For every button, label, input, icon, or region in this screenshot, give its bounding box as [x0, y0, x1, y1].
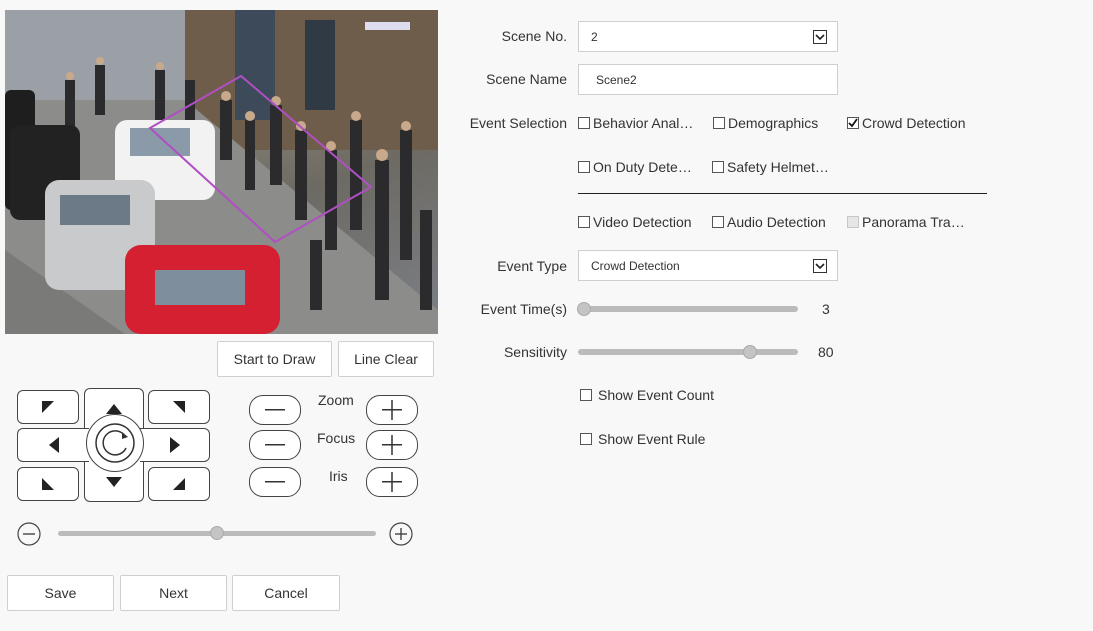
focus-label: Focus	[317, 430, 356, 446]
video-preview[interactable]	[5, 10, 438, 334]
checkbox-box	[847, 216, 859, 228]
event-checkbox[interactable]: Demographics	[713, 115, 818, 131]
minus-icon	[265, 481, 285, 483]
scene-no-label: Scene No.	[501, 28, 567, 44]
speed-slider-knob[interactable]	[210, 526, 224, 540]
arrow-left-icon	[48, 437, 59, 453]
auto-scan-button[interactable]	[86, 414, 144, 472]
event-type-select[interactable]: Crowd Detection	[578, 250, 838, 281]
checkbox-box	[580, 433, 592, 445]
save-button[interactable]: Save	[7, 575, 114, 611]
checkbox-box	[712, 216, 724, 228]
event-checkbox[interactable]: Crowd Detection	[847, 115, 966, 131]
event-selection-label: Event Selection	[469, 115, 567, 131]
scene-no-select[interactable]: 2	[578, 21, 838, 52]
iris-label: Iris	[329, 468, 348, 484]
scene-name-value: Scene2	[596, 72, 637, 87]
arrow-down-icon	[106, 476, 122, 487]
event-checkbox-label: Audio Detection	[727, 214, 826, 230]
sensitivity-value: 80	[818, 344, 834, 360]
minus-icon	[265, 444, 285, 446]
event-checkbox[interactable]: Safety Helmet…	[712, 159, 829, 175]
scene-name-label: Scene Name	[486, 71, 567, 87]
plus-icon	[382, 472, 402, 492]
focus-near-button[interactable]	[249, 430, 301, 460]
event-checkbox[interactable]: Audio Detection	[712, 214, 826, 230]
event-time-slider-knob[interactable]	[577, 302, 591, 316]
event-time-slider[interactable]	[578, 306, 798, 312]
checkbox-box	[578, 216, 590, 228]
plus-circle-icon	[389, 522, 413, 546]
arrow-up-left-icon	[42, 401, 54, 413]
show-event-rule-label: Show Event Rule	[598, 431, 706, 447]
pan-down-left-button[interactable]	[17, 467, 79, 501]
event-type-value: Crowd Detection	[591, 258, 680, 273]
sensitivity-slider-knob[interactable]	[742, 345, 757, 359]
event-checkbox[interactable]: On Duty Dete…	[578, 159, 692, 175]
arrow-up-icon	[106, 403, 122, 414]
cancel-button[interactable]: Cancel	[232, 575, 340, 611]
iris-close-button[interactable]	[249, 467, 301, 497]
event-time-value: 3	[822, 301, 830, 317]
show-event-count-label: Show Event Count	[598, 387, 714, 403]
sensitivity-label: Sensitivity	[503, 344, 567, 360]
pan-up-right-button[interactable]	[148, 390, 210, 424]
show-event-rule-checkbox[interactable]: Show Event Rule	[580, 431, 705, 447]
checkbox-box	[578, 161, 590, 173]
checkbox-box	[713, 117, 725, 129]
show-event-count-checkbox[interactable]: Show Event Count	[580, 387, 714, 403]
event-checkbox: Panorama Tra…	[847, 214, 965, 230]
event-checkbox-label: Safety Helmet…	[727, 159, 829, 175]
scene-name-input[interactable]: Scene2	[578, 64, 838, 95]
zoom-label: Zoom	[318, 392, 354, 408]
checkbox-box	[580, 389, 592, 401]
refresh-icon	[95, 423, 135, 463]
minus-icon	[265, 409, 285, 411]
pan-up-left-button[interactable]	[17, 390, 79, 424]
focus-far-button[interactable]	[366, 430, 418, 460]
plus-icon	[382, 435, 402, 455]
pan-right-button[interactable]	[140, 428, 210, 462]
chevron-down-icon	[813, 259, 827, 273]
event-time-label: Event Time(s)	[480, 301, 567, 317]
speed-decrease-button[interactable]	[16, 521, 42, 547]
checkbox-box	[578, 117, 590, 129]
plus-icon	[382, 400, 402, 420]
event-checkbox-label: Behavior Anal…	[593, 115, 694, 131]
pan-left-button[interactable]	[17, 428, 89, 462]
checkbox-box	[847, 117, 859, 129]
event-checkbox-label: On Duty Dete…	[593, 159, 692, 175]
event-checkbox-label: Crowd Detection	[862, 115, 966, 131]
start-to-draw-button[interactable]: Start to Draw	[217, 341, 332, 377]
arrow-down-right-icon	[173, 478, 185, 490]
chevron-down-icon	[813, 30, 827, 44]
event-checkbox[interactable]: Behavior Anal…	[578, 115, 693, 131]
minus-circle-icon	[17, 522, 41, 546]
zoom-out-button[interactable]	[249, 395, 301, 425]
zoom-in-button[interactable]	[366, 395, 418, 425]
event-checkbox-label: Video Detection	[593, 214, 692, 230]
sensitivity-slider[interactable]	[578, 349, 798, 355]
scene-no-value: 2	[591, 29, 598, 44]
event-type-label: Event Type	[497, 258, 567, 274]
next-button[interactable]: Next	[120, 575, 227, 611]
street-scene-image	[5, 10, 438, 334]
iris-open-button[interactable]	[366, 467, 418, 497]
event-checkbox[interactable]: Video Detection	[578, 214, 692, 230]
arrow-up-right-icon	[173, 401, 185, 413]
checkbox-box	[712, 161, 724, 173]
event-divider	[578, 193, 987, 194]
speed-increase-button[interactable]	[388, 521, 414, 547]
event-checkbox-label: Panorama Tra…	[862, 214, 965, 230]
arrow-down-left-icon	[42, 478, 54, 490]
checkmark-icon	[848, 118, 858, 128]
arrow-right-icon	[169, 437, 180, 453]
pan-down-right-button[interactable]	[148, 467, 210, 501]
event-checkbox-label: Demographics	[728, 115, 819, 131]
